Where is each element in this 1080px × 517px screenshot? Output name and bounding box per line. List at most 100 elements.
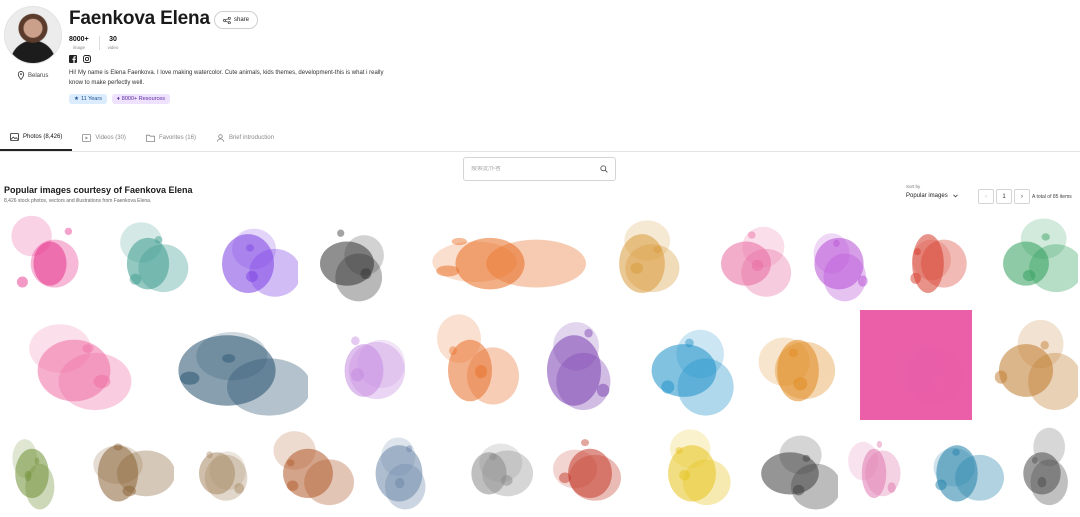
image-thumbnail[interactable] (4, 213, 96, 305)
image-thumbnail[interactable] (840, 425, 908, 513)
watercolor-illustration (440, 425, 538, 513)
image-thumbnail[interactable] (590, 213, 694, 305)
pagination-total: A total of 85 items (1032, 194, 1072, 200)
profile-name: Faenkova Elena (69, 8, 210, 29)
facebook-icon[interactable] (69, 55, 77, 63)
watercolor-illustration (4, 213, 96, 305)
image-thumbnail[interactable] (698, 213, 794, 305)
image-thumbnail[interactable] (310, 310, 418, 420)
sort-dropdown[interactable]: Popular images (906, 193, 958, 199)
chevron-down-icon (952, 194, 958, 198)
image-thumbnail[interactable] (4, 310, 144, 420)
watercolor-illustration (860, 310, 972, 420)
watercolor-illustration (740, 310, 856, 420)
image-thumbnail[interactable] (394, 213, 586, 305)
image-thumbnail[interactable] (860, 310, 972, 420)
prev-page-button[interactable]: ‹ (978, 189, 994, 204)
profile-badges: ★ 11 Years ♦ 8000+ Resources (69, 94, 171, 104)
watercolor-illustration (420, 310, 520, 420)
watercolor-illustration (302, 213, 392, 305)
watercolor-illustration (590, 213, 694, 305)
search-icon[interactable] (600, 165, 608, 173)
image-thumbnail[interactable] (176, 425, 258, 513)
sort-value: Popular images (906, 193, 948, 199)
image-thumbnail[interactable] (100, 213, 196, 305)
star-icon: ★ (74, 96, 79, 102)
share-button[interactable]: share (214, 11, 259, 29)
social-links (69, 55, 91, 63)
image-thumbnail[interactable] (146, 310, 308, 420)
image-thumbnail[interactable] (360, 425, 438, 513)
image-thumbnail[interactable] (630, 310, 738, 420)
location: Belarus (17, 71, 48, 80)
badge-resources: ♦ 8000+ Resources (111, 94, 171, 104)
image-thumbnail[interactable] (4, 425, 60, 513)
stat-value: 30 (109, 36, 117, 43)
user-icon (216, 133, 225, 142)
search-input[interactable] (471, 166, 600, 172)
watercolor-illustration (742, 425, 838, 513)
avatar[interactable] (4, 6, 62, 64)
tab-label: Videos (30) (95, 134, 126, 141)
image-thumbnail[interactable] (742, 425, 838, 513)
image-thumbnail[interactable] (884, 213, 972, 305)
image-thumbnail[interactable] (910, 425, 1004, 513)
image-thumbnail[interactable] (260, 425, 356, 513)
page-number-input[interactable]: 1 (996, 189, 1012, 204)
image-thumbnail[interactable] (798, 213, 880, 305)
watercolor-illustration (360, 425, 438, 513)
watercolor-illustration (646, 425, 738, 513)
photo-icon (10, 132, 19, 141)
watercolor-illustration (1006, 425, 1078, 513)
instagram-icon[interactable] (83, 55, 91, 63)
watercolor-illustration (630, 310, 738, 420)
profile-stats: 8000+ image 30 video (69, 36, 128, 50)
section-title: Popular images courtesy of Faenkova Elen… (4, 185, 193, 195)
watercolor-illustration (698, 213, 794, 305)
location-pin-icon (17, 71, 25, 80)
folder-icon (146, 134, 155, 142)
tab-label: Favorites (16) (158, 134, 196, 141)
watercolor-illustration (798, 213, 880, 305)
watercolor-illustration (974, 213, 1078, 305)
section-subtitle: 8,426 stock photos, vectors and illustra… (4, 198, 152, 204)
tab-brief-introduction[interactable]: Brief introduction (206, 124, 284, 151)
author-search (463, 157, 616, 181)
profile-tabs: Photos (8,426) Videos (30) Favorites (16… (0, 124, 1080, 152)
next-page-button[interactable]: › (1014, 189, 1030, 204)
image-thumbnail[interactable] (302, 213, 392, 305)
image-thumbnail[interactable] (440, 425, 538, 513)
watercolor-illustration (974, 310, 1078, 420)
watercolor-illustration (62, 425, 174, 513)
stat-images: 8000+ image (69, 36, 99, 50)
image-thumbnail[interactable] (540, 425, 640, 513)
profile-bio: Hi! My name is Elena Faenkova. I love ma… (69, 70, 384, 86)
share-icon (223, 16, 231, 24)
image-thumbnail[interactable] (420, 310, 520, 420)
watercolor-illustration (522, 310, 626, 420)
badge-label: 8000+ Resources (121, 96, 166, 102)
image-thumbnail[interactable] (974, 310, 1078, 420)
image-thumbnail[interactable] (62, 425, 174, 513)
image-thumbnail[interactable] (646, 425, 738, 513)
watercolor-illustration (910, 425, 1004, 513)
badge-years: ★ 11 Years (69, 94, 107, 104)
image-thumbnail[interactable] (198, 213, 298, 305)
share-label: share (234, 17, 250, 23)
tab-videos[interactable]: Videos (30) (72, 124, 136, 151)
watercolor-illustration (4, 310, 144, 420)
image-thumbnail[interactable] (522, 310, 626, 420)
watercolor-illustration (884, 213, 972, 305)
pagination: ‹ 1 › (978, 189, 1030, 204)
tab-photos[interactable]: Photos (8,426) (0, 124, 73, 151)
watercolor-illustration (540, 425, 640, 513)
tab-favorites[interactable]: Favorites (16) (136, 124, 206, 151)
stat-value: 8000+ (69, 36, 89, 43)
image-thumbnail[interactable] (740, 310, 856, 420)
image-thumbnail[interactable] (1006, 425, 1078, 513)
watercolor-illustration (310, 310, 418, 420)
watercolor-illustration (4, 425, 60, 513)
award-icon: ♦ (116, 96, 120, 102)
image-thumbnail[interactable] (974, 213, 1078, 305)
stat-videos: 30 video (98, 36, 129, 50)
